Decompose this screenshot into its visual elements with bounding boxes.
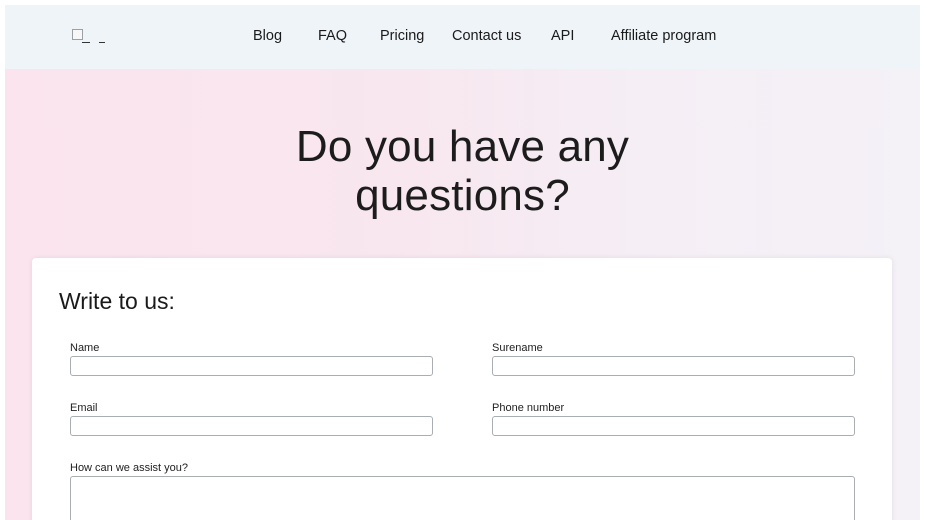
page-frame: Blog FAQ Pricing Contact us API Affiliat…	[5, 5, 920, 520]
nav-link-contact-us[interactable]: Contact us	[452, 27, 521, 45]
email-label: Email	[70, 402, 98, 414]
contact-form-card: Write to us: Name Surename Email Phone n…	[32, 258, 892, 520]
logo-underscore	[99, 42, 105, 43]
assist-message-textarea[interactable]	[70, 476, 855, 520]
nav-link-blog[interactable]: Blog	[253, 27, 282, 45]
phone-number-label: Phone number	[492, 402, 565, 414]
email-input[interactable]	[70, 416, 433, 436]
name-input[interactable]	[70, 356, 433, 376]
hero-title-line-2: questions?	[355, 171, 570, 220]
nav-link-faq[interactable]: FAQ	[318, 27, 347, 45]
hero-title-line-1: Do you have any	[295, 122, 630, 171]
surname-input[interactable]	[492, 356, 855, 376]
hero-title: Do you have any questions?	[5, 122, 920, 220]
top-navbar: Blog FAQ Pricing Contact us API Affiliat…	[5, 5, 920, 69]
nav-link-affiliate-program[interactable]: Affiliate program	[611, 27, 716, 45]
logo-broken-image-icon[interactable]	[72, 29, 108, 45]
assist-message-label: How can we assist you?	[70, 462, 188, 474]
form-title: Write to us:	[59, 288, 175, 314]
phone-number-input[interactable]	[492, 416, 855, 436]
logo-underscore	[82, 42, 90, 43]
surname-label: Surename	[492, 342, 543, 354]
broken-image-icon	[72, 29, 83, 40]
nav-link-pricing[interactable]: Pricing	[380, 27, 424, 45]
nav-link-api[interactable]: API	[551, 27, 574, 45]
name-label: Name	[70, 342, 100, 354]
